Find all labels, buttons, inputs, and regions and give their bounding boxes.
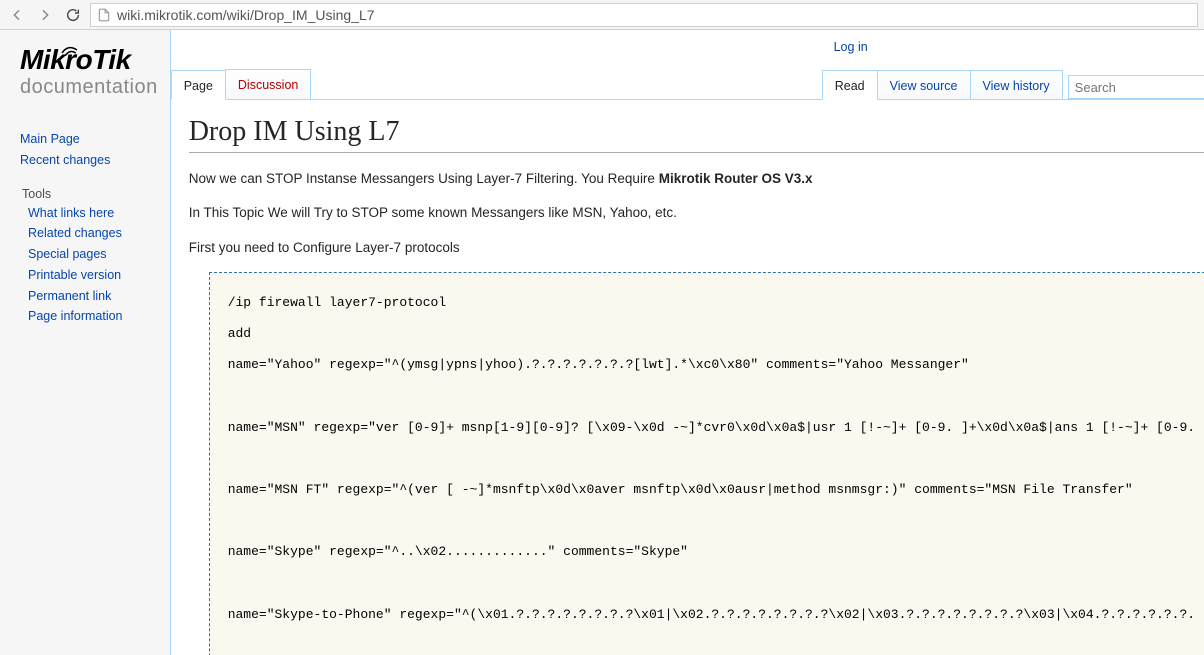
forward-button[interactable] (34, 4, 56, 26)
tab-page[interactable]: Page (171, 70, 226, 100)
address-bar[interactable]: wiki.mikrotik.com/wiki/Drop_IM_Using_L7 (90, 3, 1198, 27)
reload-button[interactable] (62, 4, 84, 26)
intro-text: Now we can STOP Instanse Messangers Usin… (189, 171, 659, 186)
intro-paragraph-3: First you need to Configure Layer-7 prot… (189, 238, 1204, 258)
browser-toolbar: wiki.mikrotik.com/wiki/Drop_IM_Using_L7 (0, 0, 1204, 30)
sidebar-item-printable-version[interactable]: Printable version (20, 265, 160, 286)
intro-bold: Mikrotik Router OS V3.x (659, 171, 813, 186)
sidebar-item-special-pages[interactable]: Special pages (20, 244, 160, 265)
page-icon (97, 8, 111, 22)
intro-paragraph-2: In This Topic We will Try to STOP some k… (189, 203, 1204, 223)
url-text: wiki.mikrotik.com/wiki/Drop_IM_Using_L7 (117, 7, 375, 23)
logo-wave-icon (58, 38, 84, 56)
logo-subtitle: documentation (20, 76, 158, 99)
login-link[interactable]: Log in (834, 40, 868, 54)
sidebar-item-recent-changes[interactable]: Recent changes (20, 150, 160, 171)
left-panel: MikroTik documentation Main Page Recent … (0, 30, 170, 655)
sidebar-item-page-information[interactable]: Page information (20, 306, 160, 327)
page-title: Drop IM Using L7 (189, 116, 1204, 153)
sidebar-item-permanent-link[interactable]: Permanent link (20, 286, 160, 307)
content-area: Log in Page Discussion Read View source … (170, 30, 1204, 655)
sidebar-item-related-changes[interactable]: Related changes (20, 223, 160, 244)
tab-view-source[interactable]: View source (877, 70, 971, 99)
page-tabs: Page Discussion Read View source View hi… (171, 69, 1204, 100)
logo[interactable]: MikroTik documentation (0, 40, 170, 101)
sidebar-item-main-page[interactable]: Main Page (20, 129, 160, 150)
sidebar-item-what-links-here[interactable]: What links here (20, 203, 160, 224)
intro-paragraph-1: Now we can STOP Instanse Messangers Usin… (189, 169, 1204, 189)
sidebar-tools-header: Tools (20, 187, 160, 201)
code-block: /ip firewall layer7-protocol add name="Y… (209, 272, 1204, 655)
tab-read[interactable]: Read (822, 70, 878, 100)
personal-tools: Log in (171, 30, 1204, 69)
search-input[interactable] (1068, 75, 1204, 99)
tab-discussion[interactable]: Discussion (225, 69, 311, 99)
back-button[interactable] (6, 4, 28, 26)
tab-view-history[interactable]: View history (970, 70, 1063, 99)
